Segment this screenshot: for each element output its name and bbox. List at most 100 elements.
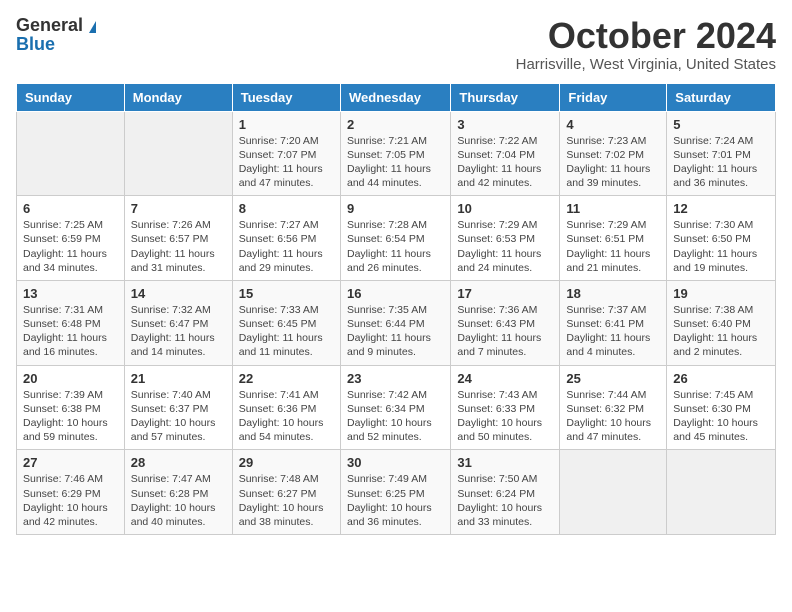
logo-blue: Blue <box>16 34 55 54</box>
day-info: Sunrise: 7:21 AMSunset: 7:05 PMDaylight:… <box>347 135 431 190</box>
day-info: Sunrise: 7:28 AMSunset: 6:54 PMDaylight:… <box>347 219 431 274</box>
day-number: 21 <box>131 371 226 386</box>
week-row-5: 27 Sunrise: 7:46 AMSunset: 6:29 PMDaylig… <box>17 450 776 535</box>
day-info: Sunrise: 7:24 AMSunset: 7:01 PMDaylight:… <box>673 135 757 190</box>
day-info: Sunrise: 7:20 AMSunset: 7:07 PMDaylight:… <box>239 135 323 190</box>
day-number: 23 <box>347 371 444 386</box>
day-number: 31 <box>457 455 553 470</box>
header-friday: Friday <box>560 83 667 111</box>
day-cell <box>560 450 667 535</box>
day-info: Sunrise: 7:46 AMSunset: 6:29 PMDaylight:… <box>23 473 108 528</box>
day-cell: 18 Sunrise: 7:37 AMSunset: 6:41 PMDaylig… <box>560 280 667 365</box>
day-number: 26 <box>673 371 769 386</box>
day-info: Sunrise: 7:26 AMSunset: 6:57 PMDaylight:… <box>131 219 215 274</box>
week-row-4: 20 Sunrise: 7:39 AMSunset: 6:38 PMDaylig… <box>17 365 776 450</box>
day-cell: 17 Sunrise: 7:36 AMSunset: 6:43 PMDaylig… <box>451 280 560 365</box>
header-tuesday: Tuesday <box>232 83 340 111</box>
day-cell: 7 Sunrise: 7:26 AMSunset: 6:57 PMDayligh… <box>124 196 232 281</box>
day-cell: 21 Sunrise: 7:40 AMSunset: 6:37 PMDaylig… <box>124 365 232 450</box>
day-cell: 26 Sunrise: 7:45 AMSunset: 6:30 PMDaylig… <box>667 365 776 450</box>
day-info: Sunrise: 7:43 AMSunset: 6:33 PMDaylight:… <box>457 389 542 444</box>
day-number: 22 <box>239 371 334 386</box>
day-info: Sunrise: 7:41 AMSunset: 6:36 PMDaylight:… <box>239 389 324 444</box>
day-info: Sunrise: 7:48 AMSunset: 6:27 PMDaylight:… <box>239 473 324 528</box>
day-cell: 1 Sunrise: 7:20 AMSunset: 7:07 PMDayligh… <box>232 111 340 196</box>
logo: General Blue <box>16 16 96 54</box>
day-number: 10 <box>457 201 553 216</box>
title-block: October 2024 Harrisville, West Virginia,… <box>516 16 776 73</box>
day-info: Sunrise: 7:33 AMSunset: 6:45 PMDaylight:… <box>239 304 323 359</box>
day-info: Sunrise: 7:45 AMSunset: 6:30 PMDaylight:… <box>673 389 758 444</box>
logo-triangle-icon <box>89 21 96 33</box>
day-info: Sunrise: 7:25 AMSunset: 6:59 PMDaylight:… <box>23 219 107 274</box>
day-info: Sunrise: 7:22 AMSunset: 7:04 PMDaylight:… <box>457 135 541 190</box>
week-row-3: 13 Sunrise: 7:31 AMSunset: 6:48 PMDaylig… <box>17 280 776 365</box>
day-number: 17 <box>457 286 553 301</box>
day-number: 13 <box>23 286 118 301</box>
day-number: 29 <box>239 455 334 470</box>
day-cell: 3 Sunrise: 7:22 AMSunset: 7:04 PMDayligh… <box>451 111 560 196</box>
day-info: Sunrise: 7:47 AMSunset: 6:28 PMDaylight:… <box>131 473 216 528</box>
day-number: 18 <box>566 286 660 301</box>
day-cell: 11 Sunrise: 7:29 AMSunset: 6:51 PMDaylig… <box>560 196 667 281</box>
day-info: Sunrise: 7:44 AMSunset: 6:32 PMDaylight:… <box>566 389 651 444</box>
day-cell: 4 Sunrise: 7:23 AMSunset: 7:02 PMDayligh… <box>560 111 667 196</box>
day-cell: 8 Sunrise: 7:27 AMSunset: 6:56 PMDayligh… <box>232 196 340 281</box>
day-info: Sunrise: 7:30 AMSunset: 6:50 PMDaylight:… <box>673 219 757 274</box>
day-number: 9 <box>347 201 444 216</box>
day-info: Sunrise: 7:35 AMSunset: 6:44 PMDaylight:… <box>347 304 431 359</box>
day-info: Sunrise: 7:29 AMSunset: 6:53 PMDaylight:… <box>457 219 541 274</box>
calendar-table: SundayMondayTuesdayWednesdayThursdayFrid… <box>16 83 776 535</box>
day-info: Sunrise: 7:32 AMSunset: 6:47 PMDaylight:… <box>131 304 215 359</box>
day-cell: 31 Sunrise: 7:50 AMSunset: 6:24 PMDaylig… <box>451 450 560 535</box>
day-number: 11 <box>566 201 660 216</box>
month-title: October 2024 <box>516 16 776 56</box>
day-info: Sunrise: 7:40 AMSunset: 6:37 PMDaylight:… <box>131 389 216 444</box>
day-number: 3 <box>457 117 553 132</box>
day-cell: 12 Sunrise: 7:30 AMSunset: 6:50 PMDaylig… <box>667 196 776 281</box>
day-cell: 16 Sunrise: 7:35 AMSunset: 6:44 PMDaylig… <box>340 280 450 365</box>
header-sunday: Sunday <box>17 83 125 111</box>
location: Harrisville, West Virginia, United State… <box>516 56 776 73</box>
day-cell: 6 Sunrise: 7:25 AMSunset: 6:59 PMDayligh… <box>17 196 125 281</box>
day-number: 2 <box>347 117 444 132</box>
day-number: 12 <box>673 201 769 216</box>
week-row-1: 1 Sunrise: 7:20 AMSunset: 7:07 PMDayligh… <box>17 111 776 196</box>
week-row-2: 6 Sunrise: 7:25 AMSunset: 6:59 PMDayligh… <box>17 196 776 281</box>
day-info: Sunrise: 7:39 AMSunset: 6:38 PMDaylight:… <box>23 389 108 444</box>
header-monday: Monday <box>124 83 232 111</box>
day-cell: 9 Sunrise: 7:28 AMSunset: 6:54 PMDayligh… <box>340 196 450 281</box>
day-cell <box>124 111 232 196</box>
page-header: General Blue October 2024 Harrisville, W… <box>16 16 776 73</box>
day-number: 6 <box>23 201 118 216</box>
day-cell: 28 Sunrise: 7:47 AMSunset: 6:28 PMDaylig… <box>124 450 232 535</box>
day-info: Sunrise: 7:27 AMSunset: 6:56 PMDaylight:… <box>239 219 323 274</box>
day-cell: 14 Sunrise: 7:32 AMSunset: 6:47 PMDaylig… <box>124 280 232 365</box>
day-cell: 10 Sunrise: 7:29 AMSunset: 6:53 PMDaylig… <box>451 196 560 281</box>
day-number: 1 <box>239 117 334 132</box>
day-cell: 27 Sunrise: 7:46 AMSunset: 6:29 PMDaylig… <box>17 450 125 535</box>
day-info: Sunrise: 7:38 AMSunset: 6:40 PMDaylight:… <box>673 304 757 359</box>
day-number: 27 <box>23 455 118 470</box>
day-number: 14 <box>131 286 226 301</box>
header-saturday: Saturday <box>667 83 776 111</box>
day-info: Sunrise: 7:49 AMSunset: 6:25 PMDaylight:… <box>347 473 432 528</box>
day-cell: 19 Sunrise: 7:38 AMSunset: 6:40 PMDaylig… <box>667 280 776 365</box>
day-cell: 23 Sunrise: 7:42 AMSunset: 6:34 PMDaylig… <box>340 365 450 450</box>
day-cell: 20 Sunrise: 7:39 AMSunset: 6:38 PMDaylig… <box>17 365 125 450</box>
day-info: Sunrise: 7:23 AMSunset: 7:02 PMDaylight:… <box>566 135 650 190</box>
day-number: 25 <box>566 371 660 386</box>
day-number: 30 <box>347 455 444 470</box>
day-info: Sunrise: 7:31 AMSunset: 6:48 PMDaylight:… <box>23 304 107 359</box>
day-number: 5 <box>673 117 769 132</box>
day-number: 7 <box>131 201 226 216</box>
day-cell: 25 Sunrise: 7:44 AMSunset: 6:32 PMDaylig… <box>560 365 667 450</box>
day-info: Sunrise: 7:36 AMSunset: 6:43 PMDaylight:… <box>457 304 541 359</box>
day-cell <box>667 450 776 535</box>
day-info: Sunrise: 7:50 AMSunset: 6:24 PMDaylight:… <box>457 473 542 528</box>
day-cell: 2 Sunrise: 7:21 AMSunset: 7:05 PMDayligh… <box>340 111 450 196</box>
day-number: 28 <box>131 455 226 470</box>
day-info: Sunrise: 7:29 AMSunset: 6:51 PMDaylight:… <box>566 219 650 274</box>
day-number: 24 <box>457 371 553 386</box>
header-thursday: Thursday <box>451 83 560 111</box>
